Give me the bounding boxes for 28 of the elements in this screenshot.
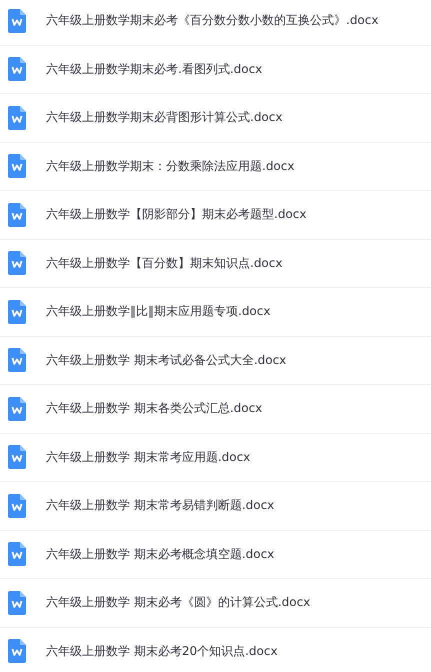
file-name[interactable]: 六年级上册数学期末：分数乘除法应用题.docx	[46, 158, 294, 175]
word-document-icon	[8, 154, 26, 178]
word-document-icon	[8, 639, 26, 664]
file-name[interactable]: 六年级上册数学‖比‖期末应用题专项.docx	[46, 303, 270, 320]
word-document-icon	[8, 300, 26, 324]
word-document-icon	[8, 57, 26, 82]
file-name[interactable]: 六年级上册数学 期末考试必备公式大全.docx	[46, 352, 286, 369]
word-document-icon	[8, 251, 26, 276]
file-name[interactable]: 六年级上册数学 期末常考易错判断题.docx	[46, 497, 274, 514]
word-document-icon	[8, 542, 26, 566]
file-name[interactable]: 六年级上册数学 期末必考《圆》的计算公式.docx	[46, 594, 310, 612]
word-document-icon	[8, 202, 26, 227]
word-document-icon	[8, 106, 26, 130]
file-name[interactable]: 六年级上册数学【百分数】期末知识点.docx	[46, 254, 282, 272]
file-name[interactable]: 六年级上册数学 期末必考20个知识点.docx	[46, 642, 278, 660]
file-name[interactable]: 六年级上册数学【阴影部分】期末必考题型.docx	[46, 206, 306, 224]
word-document-icon	[8, 590, 26, 615]
word-document-icon	[8, 494, 26, 518]
file-name[interactable]: 六年级上册数学期末必背图形计算公式.docx	[46, 109, 282, 126]
file-name[interactable]: 六年级上册数学 期末常考应用题.docx	[46, 448, 250, 466]
word-document-icon	[8, 348, 26, 372]
word-document-icon	[8, 8, 26, 33]
file-name[interactable]: 六年级上册数学 期末必考概念填空题.docx	[46, 546, 274, 563]
file-name[interactable]: 六年级上册数学期末必考.看图列式.docx	[46, 60, 262, 78]
file-name[interactable]: 六年级上册数学期末必考《百分数分数小数的互换公式》.docx	[46, 12, 378, 30]
word-document-icon	[8, 396, 26, 421]
word-document-icon	[8, 445, 26, 470]
file-name[interactable]: 六年级上册数学 期末各类公式汇总.docx	[46, 400, 262, 418]
